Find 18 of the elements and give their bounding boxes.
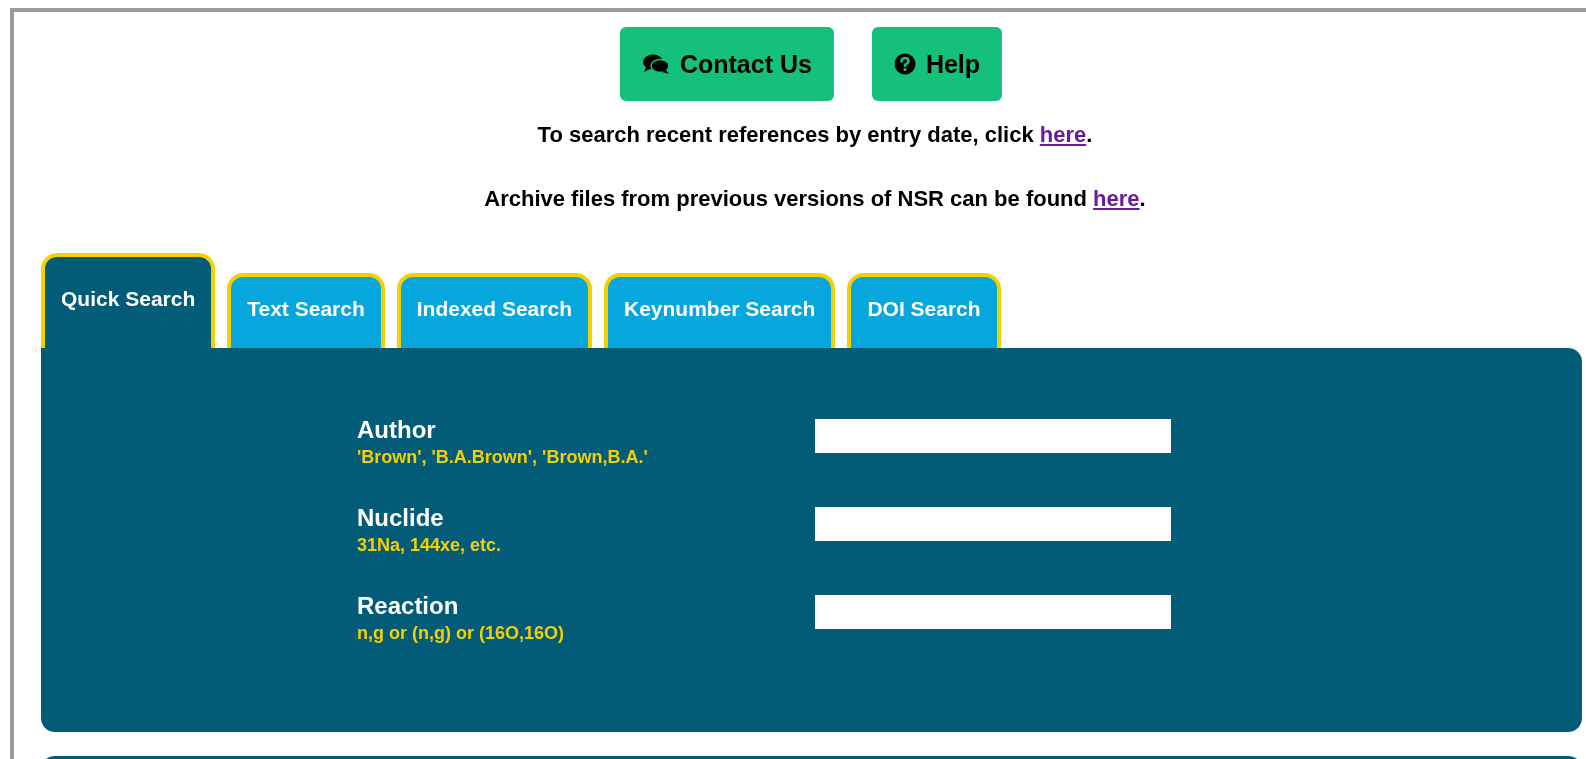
- action-button[interactable]: Contact Us: [619, 27, 834, 101]
- field-hint: n,g or (n,g) or (16O,16O): [357, 622, 565, 645]
- action-button[interactable]: Help: [871, 27, 1003, 101]
- input-field[interactable]: [815, 419, 1171, 453]
- field-label: Reaction: [357, 591, 460, 621]
- search-tab[interactable]: Quick Search: [41, 253, 216, 348]
- field-label: Nuclide: [357, 503, 445, 533]
- input-field[interactable]: [815, 595, 1171, 629]
- field-hint: 'Brown', 'B.A.Brown', 'Brown,B.A.': [357, 446, 649, 469]
- here-link[interactable]: here: [1039, 122, 1087, 147]
- here-link[interactable]: here: [1093, 186, 1140, 211]
- field-label: Author: [357, 415, 437, 445]
- input-field[interactable]: [815, 507, 1171, 541]
- notice-text: To search recent references by entry date, click here.: [536, 121, 1094, 149]
- notice-text: Archive files from previous versions of NSR can be found here.: [483, 185, 1147, 213]
- question-icon: [893, 53, 916, 75]
- chat-bubbles-icon: [641, 53, 670, 75]
- field-hint: 31Na, 144xe, etc.: [357, 534, 503, 557]
